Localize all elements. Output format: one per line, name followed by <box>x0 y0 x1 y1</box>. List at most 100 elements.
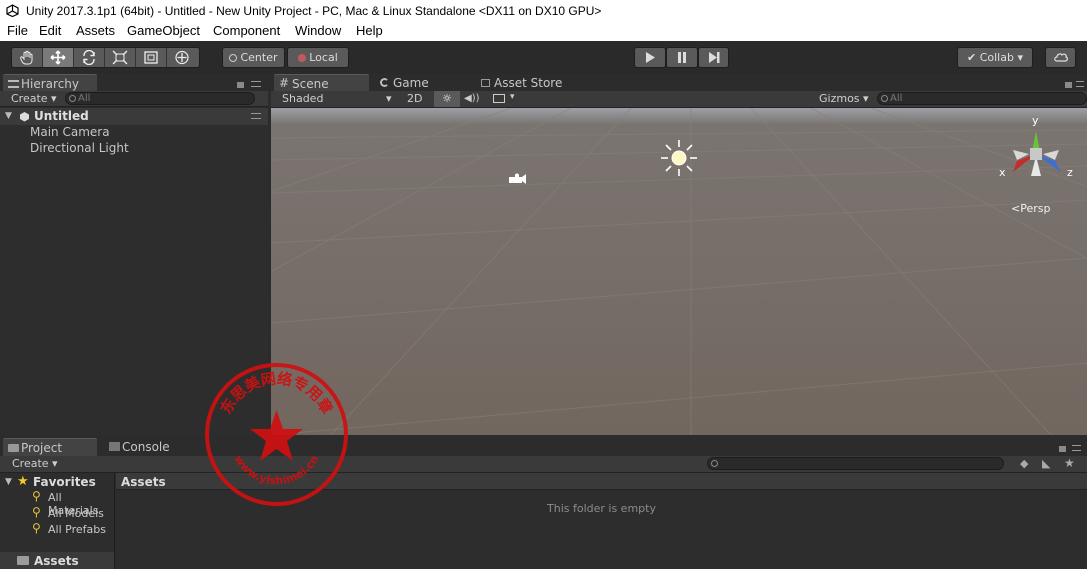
menu-gameobject[interactable]: GameObject <box>127 23 200 38</box>
tab-project[interactable]: Project <box>3 438 97 456</box>
directional-light-sun-icon[interactable] <box>659 138 699 178</box>
favorite-all-models[interactable]: All Models <box>48 507 104 520</box>
unity-logo-icon <box>6 4 19 17</box>
search-icon: ⚲ <box>32 521 41 535</box>
favorites-label[interactable]: Favorites <box>33 475 96 489</box>
play-icon <box>646 52 655 63</box>
favorite-star-icon[interactable]: ★ <box>1064 456 1075 470</box>
main-toolbar: Center Local ✔ Collab ▾ <box>0 41 1087 74</box>
step-icon <box>708 52 719 63</box>
hierarchy-item-directional-light[interactable]: Directional Light <box>30 141 129 155</box>
svg-text:www.yishimei.cn: www.yishimei.cn <box>232 453 322 488</box>
hierarchy-item-main-camera[interactable]: Main Camera <box>30 125 110 139</box>
lock-icon[interactable] <box>237 82 244 88</box>
camera-gizmo-icon[interactable] <box>507 171 529 187</box>
project-folder-tree: ▼ ★ Favorites ⚲ All Materials ⚲ All Mode… <box>0 473 115 569</box>
effects-toggle-icon[interactable] <box>493 94 505 103</box>
scale-tool-icon[interactable] <box>105 48 136 67</box>
scene-view[interactable]: y x z <Persp <box>271 108 1087 435</box>
empty-folder-message: This folder is empty <box>547 502 656 515</box>
orientation-gizmo[interactable] <box>999 114 1079 192</box>
favorites-foldout-icon[interactable]: ▼ <box>5 477 12 487</box>
title-bar: Unity 2017.3.1p1 (64bit) - Untitled - Ne… <box>0 0 1087 22</box>
stamp-graphic: 东思美网络专用章 www.yishimei.cn <box>217 369 336 488</box>
project-search-input[interactable] <box>707 457 1004 470</box>
menu-bar: File Edit Assets GameObject Component Wi… <box>0 22 1087 41</box>
favorite-all-prefabs[interactable]: All Prefabs <box>48 523 106 536</box>
shading-dropdown[interactable]: Shaded ▾ <box>282 92 394 105</box>
tab-console[interactable]: Console <box>104 438 204 456</box>
search-by-label-icon[interactable]: ◣ <box>1042 457 1050 470</box>
store-icon <box>481 79 490 87</box>
grid-icon: # <box>279 76 290 90</box>
play-button[interactable] <box>634 47 666 68</box>
pivot-local-button[interactable]: Local <box>287 47 349 68</box>
step-button[interactable] <box>698 47 729 68</box>
project-create-button[interactable]: Create ▾ <box>12 457 58 470</box>
assets-root-label: Assets <box>34 554 79 568</box>
search-icon: ⚲ <box>32 505 41 519</box>
hand-tool-icon[interactable] <box>12 48 43 67</box>
project-tabbar: Project Console <box>0 435 1087 456</box>
menu-help[interactable]: Help <box>356 23 383 38</box>
watermark-stamp: 东思美网络专用章 www.yishimei.cn <box>205 363 348 506</box>
pause-icon <box>678 52 686 63</box>
project-toolbar: Create ▾ ◆ ◣ ★ <box>0 456 1087 473</box>
search-icon: ⚲ <box>32 489 41 503</box>
hierarchy-search-input[interactable]: All <box>65 92 255 105</box>
unity-scene-icon <box>20 112 29 122</box>
assets-folder-icon <box>17 556 29 565</box>
gizmo-axis-z: z <box>1067 166 1073 179</box>
scene-search-input[interactable]: All <box>877 92 1087 105</box>
effects-dropdown-icon[interactable]: ▾ <box>510 92 515 102</box>
hierarchy-create-button[interactable]: Create ▾ <box>11 92 57 105</box>
menu-component[interactable]: Component <box>213 23 280 38</box>
console-icon <box>109 442 120 451</box>
tab-asset-store[interactable]: Asset Store <box>476 74 576 92</box>
chevron-down-icon: ▾ <box>1013 51 1023 64</box>
gizmos-dropdown[interactable]: Gizmos ▾ <box>819 92 869 105</box>
scene-tabbar: # Scene Game Asset Store <box>271 74 1087 92</box>
tab-hierarchy[interactable]: Hierarchy <box>3 74 97 92</box>
game-icon <box>380 78 389 87</box>
lighting-toggle-icon[interactable]: ☼ <box>434 91 460 107</box>
panel-menu-icon[interactable] <box>251 81 261 87</box>
transform-tools <box>11 47 200 68</box>
menu-assets[interactable]: Assets <box>76 23 115 38</box>
list-icon <box>8 80 19 88</box>
folder-icon <box>8 444 19 452</box>
foldout-icon[interactable]: ▼ <box>5 111 12 121</box>
search-by-type-icon[interactable]: ◆ <box>1020 457 1028 470</box>
scene-row[interactable]: ▼ Untitled <box>0 108 268 125</box>
transform-tool-icon[interactable] <box>167 48 198 67</box>
rotate-tool-icon[interactable] <box>74 48 105 67</box>
persp-arrow-icon: < <box>1011 202 1021 215</box>
project-panel-menu-icon[interactable] <box>1072 445 1081 451</box>
gizmo-axis-y: y <box>1032 114 1039 127</box>
menu-window[interactable]: Window <box>295 23 341 38</box>
collab-button[interactable]: ✔ Collab ▾ <box>957 47 1033 68</box>
pivot-center-button[interactable]: Center <box>222 47 285 68</box>
assets-root-row[interactable]: Assets <box>0 552 114 569</box>
window-title: Unity 2017.3.1p1 (64bit) - Untitled - Ne… <box>26 4 602 18</box>
pivot-icon <box>229 54 238 62</box>
move-tool-icon[interactable] <box>43 48 74 67</box>
project-lock-icon[interactable] <box>1059 446 1066 452</box>
perspective-toggle[interactable]: <Persp <box>1011 202 1050 215</box>
audio-toggle-icon[interactable]: ◀)) <box>464 91 480 107</box>
menu-file[interactable]: File <box>7 23 28 38</box>
menu-edit[interactable]: Edit <box>39 23 61 38</box>
pause-button[interactable] <box>666 47 698 68</box>
scene-lock-icon[interactable] <box>1065 82 1072 88</box>
2d-toggle[interactable]: 2D <box>407 92 422 105</box>
scene-name: Untitled <box>34 109 89 123</box>
cloud-button[interactable] <box>1045 47 1076 68</box>
rect-tool-icon[interactable] <box>136 48 167 67</box>
tab-scene[interactable]: # Scene <box>274 74 369 92</box>
tab-game[interactable]: Game <box>375 74 475 92</box>
scene-menu-icon[interactable] <box>251 113 261 119</box>
stamp-text-bottom: www.yishimei.cn <box>232 453 322 488</box>
scene-panel-menu-icon[interactable] <box>1076 81 1084 87</box>
breadcrumb-assets[interactable]: Assets <box>121 475 166 489</box>
hierarchy-toolbar: Create ▾ All <box>0 91 268 107</box>
